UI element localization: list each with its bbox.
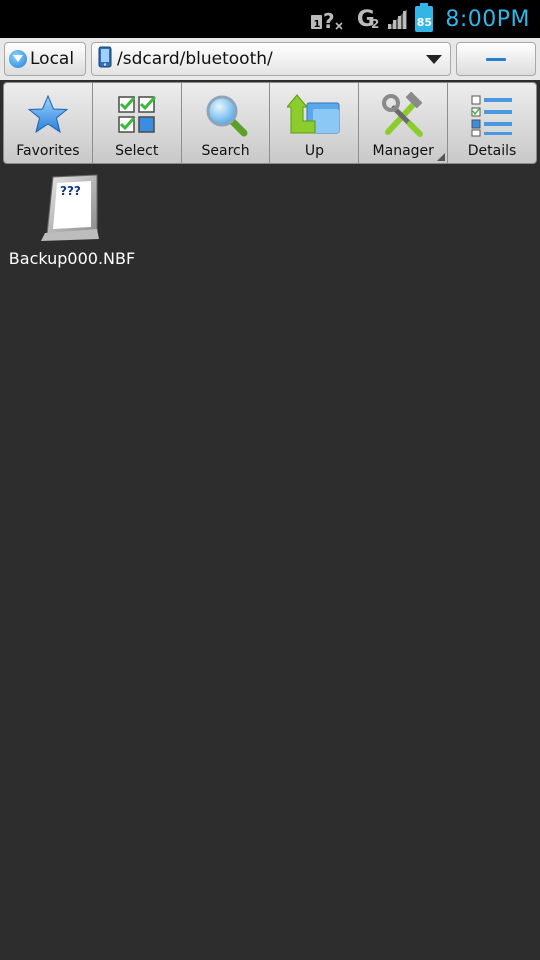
select-label: Select: [115, 143, 159, 159]
manager-button[interactable]: Manager: [359, 83, 449, 163]
phone-icon: [98, 46, 112, 72]
signal-strength-icon: [385, 7, 409, 31]
path-dropdown[interactable]: /sdcard/bluetooth/: [91, 42, 451, 76]
folder-up-icon: [287, 89, 341, 141]
toolbar: Favorites Select Search Up Manager Detai…: [3, 82, 537, 164]
tools-icon: [380, 89, 426, 141]
network-type-sub: 2: [370, 17, 380, 31]
current-path: /sdcard/bluetooth/: [117, 49, 273, 69]
location-label: Local: [30, 49, 75, 69]
favorites-button[interactable]: Favorites: [4, 83, 93, 163]
minus-icon: [486, 57, 506, 61]
search-label: Search: [201, 143, 250, 159]
location-selector-button[interactable]: Local: [4, 42, 86, 76]
status-bar: 1 ? G 2 85 8:00PM: [0, 0, 540, 38]
clock: 8:00PM: [445, 6, 530, 32]
magnifier-icon: [203, 89, 249, 141]
dropdown-arrow-icon: [426, 50, 442, 69]
star-icon: [26, 89, 70, 141]
battery-icon: 85: [415, 3, 434, 32]
file-name: Backup000.NBF: [8, 249, 136, 268]
chevron-down-icon: [9, 50, 27, 68]
up-label: Up: [304, 143, 324, 159]
svg-text:?: ?: [323, 9, 335, 31]
submenu-indicator-icon: [437, 153, 446, 161]
network-type-icon: G 2: [357, 7, 379, 32]
favorites-label: Favorites: [16, 143, 80, 159]
select-button[interactable]: Select: [93, 83, 182, 163]
up-button[interactable]: Up: [270, 83, 360, 163]
manager-label: Manager: [372, 143, 434, 159]
sim-unknown-icon: 1 ?: [309, 7, 345, 31]
address-bar: Local /sdcard/bluetooth/: [0, 38, 540, 80]
file-item[interactable]: ??? Backup000.NBF: [8, 173, 136, 268]
details-label: Details: [467, 143, 517, 159]
details-button[interactable]: Details: [448, 83, 536, 163]
sim-slot-label: 1: [313, 19, 320, 30]
file-grid: ??? Backup000.NBF: [0, 165, 540, 960]
unknown-file-icon: ???: [39, 173, 105, 247]
battery-level: 85: [416, 16, 432, 29]
svg-text:???: ???: [60, 184, 81, 198]
collapse-button[interactable]: [456, 42, 536, 76]
search-button[interactable]: Search: [182, 83, 271, 163]
checklist-icon: [115, 89, 159, 141]
list-details-icon: [469, 89, 515, 141]
